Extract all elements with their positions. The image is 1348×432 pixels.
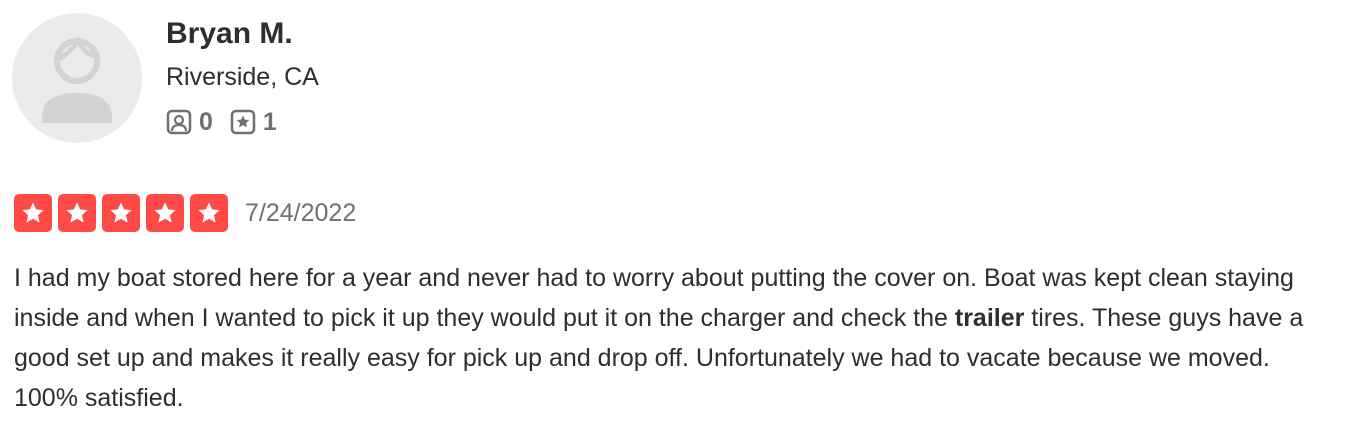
friends-stat: 0 xyxy=(166,107,213,137)
star-icon xyxy=(66,202,88,223)
star-icon xyxy=(198,202,220,223)
review-card: Bryan M. Riverside, CA 0 1 7/24/2022 I h… xyxy=(0,0,1348,432)
star-icon xyxy=(154,202,176,223)
rating-star xyxy=(102,194,140,232)
friends-count: 0 xyxy=(199,108,213,136)
user-info: Bryan M. Riverside, CA 0 1 xyxy=(166,14,319,137)
star-icon xyxy=(22,202,44,223)
review-star-icon xyxy=(230,109,256,135)
star-rating xyxy=(14,194,234,232)
user-name[interactable]: Bryan M. xyxy=(166,14,319,54)
review-text-highlight: trailer xyxy=(954,304,1025,332)
review-text: I had my boat stored here for a year and… xyxy=(14,258,1334,418)
user-avatar[interactable] xyxy=(12,13,142,143)
rating-row: 7/24/2022 xyxy=(14,194,356,232)
user-location: Riverside, CA xyxy=(166,63,319,91)
friends-icon xyxy=(166,109,192,135)
user-stats: 0 1 xyxy=(166,107,319,137)
rating-star xyxy=(190,194,228,232)
rating-star xyxy=(14,194,52,232)
star-icon xyxy=(110,202,132,223)
rating-star xyxy=(146,194,184,232)
rating-star xyxy=(58,194,96,232)
default-user-avatar-icon xyxy=(42,36,112,123)
reviews-count: 1 xyxy=(262,108,277,136)
review-date: 7/24/2022 xyxy=(245,199,357,227)
reviews-stat: 1 xyxy=(230,107,277,137)
